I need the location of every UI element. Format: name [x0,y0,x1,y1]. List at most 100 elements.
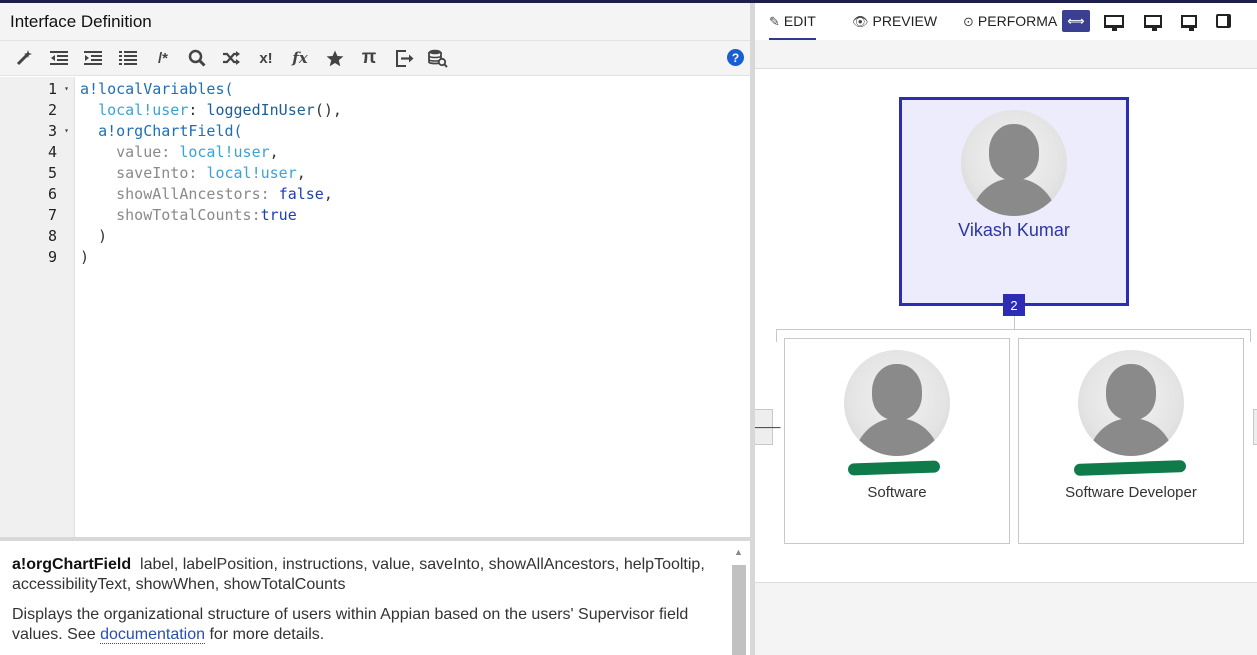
avatar [844,350,950,456]
code-token: ( [224,80,234,98]
code-line[interactable]: a!localVariables( [80,79,750,100]
code-editor[interactable]: 1 ▾ 2 3 ▾ 4 5 6 7 8 9 a!localVariables( local!user… [0,77,750,537]
description-suffix: for more details. [205,626,325,643]
line-number: 7 [0,205,75,226]
code-token: saveInto [116,164,189,182]
star-icon[interactable] [323,47,347,69]
shuffle-icon[interactable] [219,47,243,69]
code-token: value [116,143,162,161]
code-token: local!user [206,164,297,182]
line-number: 5 [0,163,75,184]
code-token: , [323,185,333,203]
line-number-text: 1 [47,80,57,98]
tab-performance-label: PERFORMA [977,13,1058,29]
connector-horizontal [776,329,1251,330]
code-token: showAllAncestors [116,185,261,203]
help-icon[interactable]: ? [727,49,744,66]
doc-scrollbar[interactable]: ▲ [732,547,746,655]
tab-edit[interactable]: ✎ EDIT [769,13,816,40]
code-line[interactable]: ) [80,247,750,268]
redacted-name [847,460,941,476]
tab-performance[interactable]: ⊙ PERFORMA [963,13,1059,30]
magic-wand-icon[interactable] [12,47,36,69]
code-line[interactable]: value: local!user, [80,142,750,163]
export-icon[interactable] [392,47,416,69]
tab-edit-label: EDIT [783,13,816,29]
monitor-icon[interactable] [1139,10,1167,32]
phone-icon[interactable] [1209,10,1237,32]
interface-definition-pane: Interface Definition /* x! fx π ? 1 ▾ 2 … [0,3,750,655]
code-token: ) [80,227,108,245]
outdent-icon[interactable] [47,47,71,69]
function-name: a!orgChartField [12,556,132,573]
indent-icon[interactable] [81,47,105,69]
org-node-child-2[interactable]: Software Developer [1018,338,1244,544]
line-number-text: 3 [47,122,57,140]
code-token: true [260,206,297,224]
code-line[interactable]: ) [80,226,750,247]
code-token: : [188,164,207,182]
scroll-up-icon[interactable]: ▲ [734,547,743,557]
function-description: Displays the organizational structure of… [12,605,722,645]
scroll-thumb[interactable] [732,565,746,655]
root-user-name[interactable]: Vikash Kumar [902,220,1126,241]
line-number-text: 8 [47,227,57,245]
code-token: , [296,164,306,182]
editor-toolbar: /* x! fx π ? [0,41,750,76]
code-line[interactable]: showAllAncestors: false, [80,184,750,205]
code-line[interactable]: showTotalCounts:true [80,205,750,226]
avatar [961,110,1067,216]
line-number: 3 ▾ [0,121,75,142]
line-number-gutter: 1 ▾ 2 3 ▾ 4 5 6 7 8 9 [0,77,75,537]
code-line[interactable]: a!orgChartField( [80,121,750,142]
desktop-icon[interactable] [1100,10,1128,32]
fit-width-icon[interactable]: ⟺ [1062,10,1090,32]
code-token: (), [314,101,342,119]
code-content[interactable]: a!localVariables( local!user: loggedInUs… [80,77,750,268]
pi-icon[interactable]: π [357,47,381,69]
line-number: 8 [0,226,75,247]
line-number-text: 2 [47,101,57,119]
child-job-title: Software [867,484,927,501]
expression-icon[interactable]: x! [254,47,278,69]
function-doc-panel: a!orgChartField label, labelPosition, in… [0,537,750,655]
org-node-root[interactable]: Vikash Kumar [899,97,1129,306]
fold-toggle-icon[interactable]: ▾ [64,84,69,93]
fold-toggle-icon[interactable]: ▾ [64,126,69,135]
code-token: ( [233,122,243,140]
format-icon[interactable] [116,47,140,69]
avatar [1078,350,1184,456]
code-token: local!user [98,101,189,119]
code-line[interactable]: saveInto: local!user, [80,163,750,184]
mode-tabs: ✎ EDIT 👁 PREVIEW ⊙ PERFORMA ⟺ [755,3,1257,40]
code-line[interactable]: local!user: loggedInUser(), [80,100,750,121]
tab-preview-label: PREVIEW [872,13,938,29]
tab-preview[interactable]: 👁 PREVIEW [852,13,937,30]
right-edge-handle[interactable] [1253,409,1257,445]
code-token: a!orgChartField [98,122,234,140]
org-node-child-1[interactable]: Software [784,338,1010,544]
line-number-text: 7 [47,206,57,224]
comment-icon[interactable]: /* [151,47,175,69]
code-token: ) [80,248,90,266]
connector-vertical [1014,316,1015,329]
line-number: 4 [0,142,75,163]
line-number-text: 6 [47,185,57,203]
database-search-icon[interactable] [426,47,450,69]
line-number: 1 ▾ [0,79,75,100]
code-token: : [251,206,261,224]
direct-reports-count-badge: 2 [1003,294,1025,316]
org-chart-field: Vikash Kumar 2 Software Software Develop… [755,69,1257,583]
code-token: a!localVariables [80,80,225,98]
function-icon[interactable]: fx [288,47,312,69]
code-token: : [161,143,180,161]
search-icon[interactable] [185,47,209,69]
collapse-panel-icon[interactable]: 🡐 [755,409,782,445]
function-signature: a!orgChartField label, labelPosition, in… [12,555,722,595]
tablet-icon[interactable] [1175,10,1203,32]
code-token: : [188,101,207,119]
documentation-link[interactable]: documentation [100,626,206,644]
